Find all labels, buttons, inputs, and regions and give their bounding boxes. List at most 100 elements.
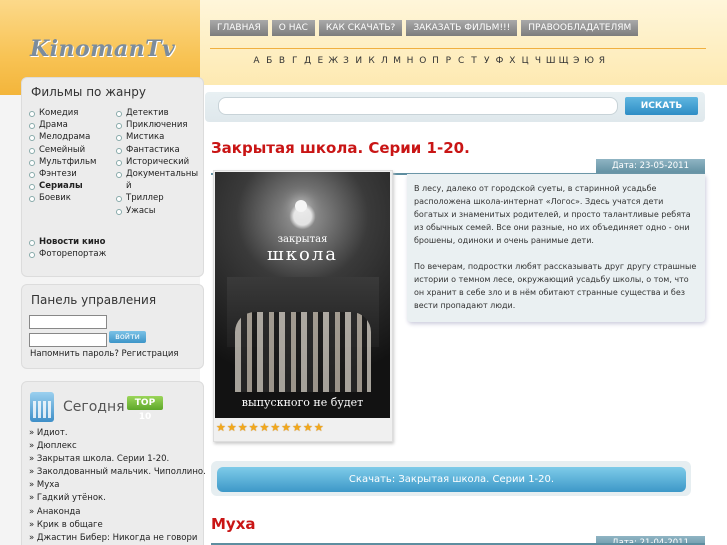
- movie-poster[interactable]: закрытая школа выпускного не будет: [215, 172, 390, 418]
- top10-badge: TOP 10: [127, 396, 163, 422]
- alphabet-letter[interactable]: И: [352, 56, 365, 66]
- alphabet-index: АБВГДЕЖЗИКЛМНОПРСТУФХЦЧШЩЭЮЯ: [250, 56, 608, 66]
- alphabet-letter[interactable]: Б: [263, 56, 276, 66]
- star-icon[interactable]: ★: [314, 422, 324, 433]
- star-icon[interactable]: ★: [303, 422, 313, 433]
- genre-link[interactable]: Комедия: [29, 108, 96, 120]
- alphabet-letter[interactable]: Н: [404, 56, 417, 66]
- top10-item[interactable]: » Гадкий утёнок.: [29, 493, 206, 506]
- alphabet-letter[interactable]: Ю: [583, 56, 596, 66]
- poster-cast: [235, 312, 371, 392]
- genre-panel: Фильмы по жанру Комедия Драма Мелодрама Сем…: [21, 77, 204, 277]
- genre-link[interactable]: Исторический: [116, 157, 198, 169]
- alphabet-letter[interactable]: Х: [506, 56, 519, 66]
- alphabet-letter[interactable]: Ц: [519, 56, 532, 66]
- alphabet-letter[interactable]: О: [416, 56, 429, 66]
- search-button[interactable]: ИСКАТЬ: [625, 97, 698, 115]
- alphabet-letter[interactable]: М: [391, 56, 404, 66]
- star-icon[interactable]: ★: [270, 422, 280, 433]
- today-title: Сегодня: [63, 399, 125, 415]
- star-icon[interactable]: ★: [216, 422, 226, 433]
- star-icon[interactable]: ★: [281, 422, 291, 433]
- genre-link[interactable]: Детектив: [116, 108, 198, 120]
- genre-link[interactable]: Документальны: [116, 169, 198, 181]
- genre-link[interactable]: Боевик: [29, 193, 96, 205]
- star-icon[interactable]: ★: [292, 422, 302, 433]
- genre-link[interactable]: Драма: [29, 120, 96, 132]
- genre-list-left: Комедия Драма Мелодрама Семейный Мультфильм Ф…: [29, 108, 96, 206]
- genre-link[interactable]: Фантастика: [116, 145, 198, 157]
- alphabet-letter[interactable]: Д: [301, 56, 314, 66]
- star-icon[interactable]: ★: [238, 422, 248, 433]
- alphabet-letter[interactable]: К: [365, 56, 378, 66]
- register-link[interactable]: Регистрация: [122, 349, 179, 359]
- poster-tagline: выпускного не будет: [241, 396, 364, 409]
- download-button[interactable]: Скачать: Закрытая школа. Серии 1-20.: [217, 467, 686, 492]
- top10-item[interactable]: » Дюплекс: [29, 441, 206, 454]
- genre-link[interactable]: Мультфильм: [29, 157, 96, 169]
- nav-divider: [210, 48, 706, 49]
- top10-item[interactable]: » Крик в общаге: [29, 520, 206, 533]
- top10-item[interactable]: » Идиот.: [29, 428, 206, 441]
- nav-home[interactable]: ГЛАВНАЯ: [210, 20, 268, 36]
- calendar-icon: [30, 392, 54, 422]
- alphabet-letter[interactable]: Л: [378, 56, 391, 66]
- alphabet-letter[interactable]: Щ: [557, 56, 570, 66]
- genre-link[interactable]: Фэнтези: [29, 169, 96, 181]
- site-logo[interactable]: KinomanTv: [30, 36, 175, 62]
- nav-order-film[interactable]: ЗАКАЗАТЬ ФИЛЬМ!!!: [406, 20, 518, 36]
- link-photo-report[interactable]: Фоторепортаж: [29, 249, 106, 261]
- genre-link[interactable]: Ужасы: [116, 206, 198, 218]
- alphabet-letter[interactable]: Г: [288, 56, 301, 66]
- description-paragraph-2: По вечерам, подростки любят рассказывать…: [414, 262, 697, 310]
- account-links: Напомнить пароль? Регистрация: [30, 349, 179, 359]
- next-article-title[interactable]: Муха: [211, 515, 256, 533]
- alphabet-letter[interactable]: Ш: [544, 56, 557, 66]
- nav-copyright-holders[interactable]: ПРАВООБЛАДАТЕЛЯМ: [521, 20, 639, 36]
- login-button[interactable]: войти: [109, 331, 146, 343]
- alphabet-letter[interactable]: Т: [468, 56, 481, 66]
- nav-how-to-download[interactable]: КАК СКАЧАТЬ?: [318, 20, 403, 36]
- search-input[interactable]: [218, 97, 618, 115]
- article-date: Дата: 23-05-2011: [596, 159, 705, 174]
- login-username-field[interactable]: [29, 315, 107, 329]
- poster-title-big: школа: [267, 244, 338, 265]
- top10-item[interactable]: » Джастин Бибер: Никогда не говори: [29, 533, 206, 545]
- star-icon[interactable]: ★: [227, 422, 237, 433]
- description-paragraph-1: В лесу, далеко от городской суеты, в ста…: [414, 184, 691, 245]
- top10-item[interactable]: » Анаконда: [29, 507, 206, 520]
- alphabet-letter[interactable]: Е: [314, 56, 327, 66]
- top10-item[interactable]: » Закрытая школа. Серии 1-20.: [29, 454, 206, 467]
- genre-link[interactable]: Триллер: [116, 193, 198, 205]
- alphabet-letter[interactable]: Р: [442, 56, 455, 66]
- alphabet-letter[interactable]: З: [340, 56, 353, 66]
- genre-link[interactable]: Приключения: [116, 120, 198, 132]
- alphabet-letter[interactable]: У: [480, 56, 493, 66]
- link-movie-news[interactable]: Новости кино: [29, 237, 106, 249]
- remind-password-link[interactable]: Напомнить пароль?: [30, 349, 119, 359]
- alphabet-letter[interactable]: Э: [570, 56, 583, 66]
- genre-link[interactable]: й: [116, 181, 198, 193]
- top10-item[interactable]: » Заколдованный мальчик. Чиполлино.: [29, 467, 206, 480]
- alphabet-letter[interactable]: Ч: [532, 56, 545, 66]
- genre-link[interactable]: Мистика: [116, 132, 198, 144]
- alphabet-letter[interactable]: Ж: [327, 56, 340, 66]
- genre-link[interactable]: Сериалы: [29, 181, 96, 193]
- alphabet-letter[interactable]: А: [250, 56, 263, 66]
- extra-links: Новости кино Фоторепортаж: [29, 237, 106, 261]
- nav-about[interactable]: О НАС: [271, 20, 315, 36]
- article-title[interactable]: Закрытая школа. Серии 1-20.: [211, 139, 470, 157]
- rating-stars[interactable]: ★ ★ ★ ★ ★ ★ ★ ★ ★ ★: [216, 422, 324, 433]
- alphabet-letter[interactable]: С: [455, 56, 468, 66]
- star-icon[interactable]: ★: [260, 422, 270, 433]
- star-icon[interactable]: ★: [249, 422, 259, 433]
- top10-item[interactable]: » Муха: [29, 480, 206, 493]
- control-panel-title: Панель управления: [31, 293, 157, 307]
- alphabet-letter[interactable]: Я: [596, 56, 609, 66]
- genre-link[interactable]: Семейный: [29, 145, 96, 157]
- login-password-field[interactable]: [29, 333, 107, 347]
- alphabet-letter[interactable]: П: [429, 56, 442, 66]
- alphabet-letter[interactable]: В: [276, 56, 289, 66]
- alphabet-letter[interactable]: Ф: [493, 56, 506, 66]
- genre-link[interactable]: Мелодрама: [29, 132, 96, 144]
